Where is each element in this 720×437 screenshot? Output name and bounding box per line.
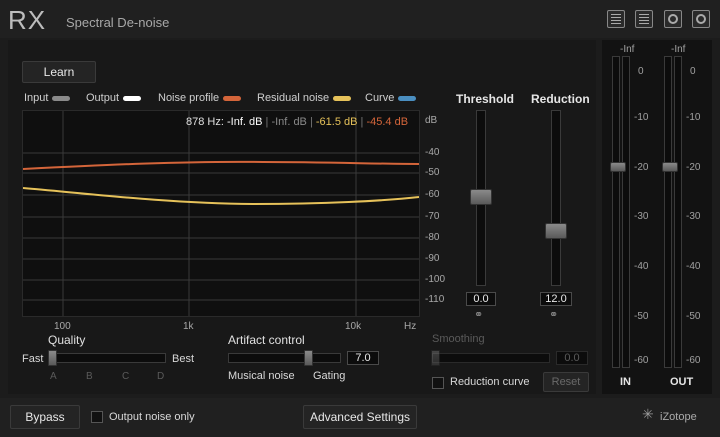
out-scale: -10 [686,112,701,123]
izotope-logo-icon: ✳ [642,406,654,422]
reduction-curve-checkbox[interactable] [432,377,444,389]
bypass-button[interactable]: Bypass [10,405,80,429]
threshold-label: Threshold [456,92,515,106]
legend-curve[interactable]: Curve [365,92,417,104]
out-meter-label: OUT [670,376,694,388]
learn-button[interactable]: Learn [22,61,96,83]
out-scale: -50 [686,311,701,322]
quality-tick-a: A [50,371,57,382]
curve-swatch [398,95,417,101]
in-meter-left [612,56,620,368]
smoothing-handle[interactable] [431,350,440,366]
threshold-link-icon[interactable]: ⚭ [474,308,483,321]
in-scale: 0 [638,66,644,77]
reset-button[interactable]: Reset [543,372,589,392]
spectrum-graph[interactable] [22,110,420,317]
quality-track[interactable] [50,353,166,363]
smoothing-label: Smoothing [432,333,485,345]
db-unit: dB [425,115,438,126]
smoothing-value[interactable]: 0.0 [556,351,588,365]
rx-logo: RX [8,5,47,35]
out-scale: -30 [686,211,701,222]
cursor-readout: 878 Hz: -Inf. dB | -Inf. dB | -61.5 dB |… [186,116,409,128]
threshold-handle[interactable] [470,189,492,205]
db-tick: -90 [425,253,440,264]
noise-profile-swatch [223,95,242,101]
header-bar: RX Spectral De-noise [0,0,720,38]
db-tick: -40 [425,147,440,158]
out-scale: -60 [686,355,701,366]
quality-best: Best [172,353,195,365]
reduction-label: Reduction [531,92,590,106]
db-tick: -100 [425,274,446,285]
quality-fast: Fast [22,353,44,365]
quality-tick-b: B [86,371,93,382]
spectrum-svg [22,111,420,316]
document-icon[interactable] [635,10,653,28]
out-scale: -20 [686,162,701,173]
legend-residual-noise[interactable]: Residual noise [257,92,352,104]
output-swatch [123,95,142,101]
in-meter-label: IN [620,376,631,388]
noise-profile-line [22,160,420,170]
quality-label: Quality [48,333,86,347]
artifact-track[interactable] [228,353,341,363]
in-peak-readout: -Inf [620,44,635,55]
quality-tick-d: D [157,371,165,382]
record-icon[interactable] [664,10,682,28]
freq-tick: 1k [183,321,194,332]
reduction-link-icon[interactable]: ⚭ [549,308,558,321]
artifact-gating: Gating [313,370,346,382]
out-scale: 0 [690,66,696,77]
in-scale: -40 [634,261,649,272]
list-icon[interactable] [607,10,625,28]
db-tick: -60 [425,189,440,200]
residual-swatch [333,95,352,101]
out-meter-left [664,56,672,368]
freq-tick: 10k [345,321,362,332]
residual-noise-line [22,187,420,206]
izotope-logo: iZotope [660,411,697,423]
out-gain-handle[interactable] [662,162,678,172]
artifact-label: Artifact control [228,333,305,347]
in-gain-handle[interactable] [610,162,626,172]
legend-noise-profile[interactable]: Noise profile [158,92,242,104]
in-scale: -20 [634,162,649,173]
smoothing-track[interactable] [432,353,550,363]
legend-output[interactable]: Output [86,92,142,104]
help-icon[interactable] [692,10,710,28]
quality-tick-c: C [122,371,130,382]
footer-bar: Bypass Output noise only Advanced Settin… [0,398,720,437]
out-scale: -40 [686,261,701,272]
in-scale: -30 [634,211,649,222]
reduction-handle[interactable] [545,223,567,239]
legend-input[interactable]: Input [24,92,71,104]
advanced-settings-button[interactable]: Advanced Settings [303,405,417,429]
artifact-musical-noise: Musical noise [228,370,295,382]
in-scale: -10 [634,112,649,123]
reduction-track[interactable] [551,110,561,286]
out-peak-readout: -Inf [671,44,686,55]
reduction-value[interactable]: 12.0 [540,292,572,306]
freq-tick: 100 [54,321,71,332]
in-scale: -50 [634,311,649,322]
freq-unit: Hz [404,321,417,332]
quality-handle[interactable] [48,350,57,366]
artifact-value[interactable]: 7.0 [347,351,379,365]
db-tick: -70 [425,211,440,222]
input-swatch [52,95,71,101]
output-noise-only-checkbox[interactable] [91,411,103,423]
db-tick: -80 [425,232,440,243]
reduction-curve-label: Reduction curve [450,376,530,388]
in-scale: -60 [634,355,649,366]
in-meter-right [622,56,630,368]
output-noise-only-label: Output noise only [109,411,195,423]
module-title: Spectral De-noise [66,15,170,30]
db-tick: -50 [425,167,440,178]
artifact-handle[interactable] [304,350,313,366]
out-meter-right [674,56,682,368]
db-tick: -110 [425,294,445,305]
threshold-value[interactable]: 0.0 [466,292,496,306]
